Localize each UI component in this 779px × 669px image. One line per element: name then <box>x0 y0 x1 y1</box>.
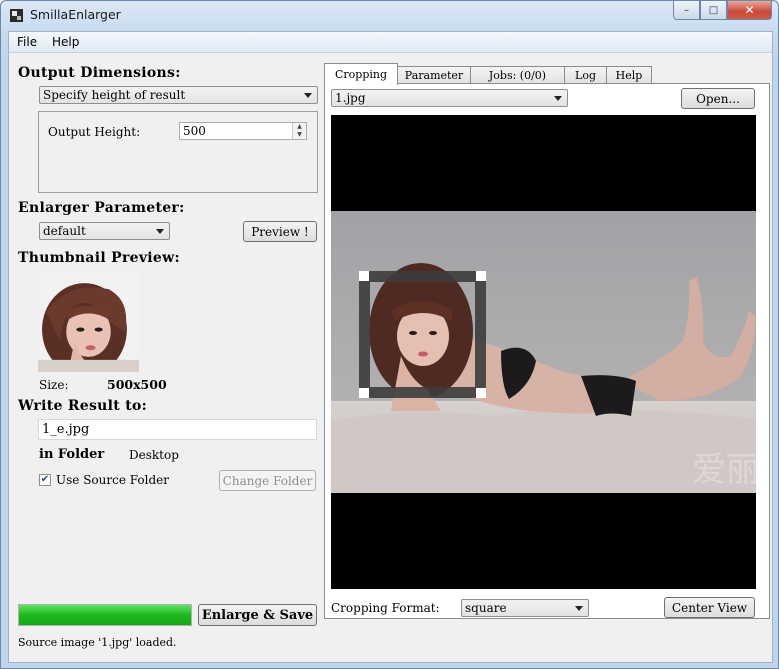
crop-handle-top-left[interactable] <box>359 271 369 281</box>
use-source-folder-checkbox[interactable]: ✔ <box>39 474 51 486</box>
maximize-button[interactable]: □ <box>700 1 727 20</box>
size-value: 500x500 <box>107 377 167 392</box>
crop-handle-top-right[interactable] <box>476 271 486 281</box>
in-folder-label: in Folder <box>39 447 105 462</box>
chevron-down-icon <box>156 229 164 234</box>
tab-help[interactable]: Help <box>606 66 652 84</box>
parameter-preset-select[interactable]: default <box>39 222 170 240</box>
chevron-down-icon <box>554 96 562 101</box>
write-result-label: Write Result to: <box>18 398 148 414</box>
center-view-button[interactable]: Center View <box>664 597 755 618</box>
crop-rectangle[interactable] <box>359 271 486 398</box>
open-button[interactable]: Open... <box>681 88 755 109</box>
watermark-text: 爱丽 <box>692 450 756 490</box>
progress-fill <box>19 605 191 625</box>
app-icon <box>10 9 23 22</box>
output-dimensions-label: Output Dimensions: <box>18 65 181 81</box>
spin-up-icon[interactable]: ▲ <box>293 123 306 131</box>
chevron-down-icon <box>304 93 312 98</box>
source-file-select[interactable]: 1.jpg <box>331 89 568 107</box>
source-file-value: 1.jpg <box>335 91 366 105</box>
menu-help[interactable]: Help <box>52 35 79 49</box>
use-source-folder-label[interactable]: Use Source Folder <box>56 473 169 487</box>
cropping-pane: 1.jpg Open... 爱丽 Cropping Format: square… <box>324 83 770 619</box>
preview-button[interactable]: Preview ! <box>243 221 317 242</box>
menu-file[interactable]: File <box>17 35 37 49</box>
close-button[interactable]: ✕ <box>727 1 772 20</box>
dimension-mode-value: Specify height of result <box>43 88 186 102</box>
folder-value: Desktop <box>129 448 179 462</box>
spin-down-icon[interactable]: ▼ <box>293 131 306 139</box>
crop-handle-bottom-right[interactable] <box>476 388 486 398</box>
progress-bar <box>18 604 192 626</box>
cropping-format-label: Cropping Format: <box>331 601 440 615</box>
client-area: File Help Output Dimensions: Specify hei… <box>8 31 773 663</box>
change-folder-button[interactable]: Change Folder <box>219 470 316 491</box>
chevron-down-icon <box>575 606 583 611</box>
app-window: SmillaEnlarger – □ ✕ File Help Output Di… <box>0 0 779 669</box>
tab-bar: Cropping Parameter Jobs: (0/0) Log Help <box>324 63 769 85</box>
output-height-value: 500 <box>183 124 206 138</box>
cropping-format-select[interactable]: square <box>461 599 589 617</box>
output-height-label: Output Height: <box>48 125 141 139</box>
output-filename-field[interactable]: 1_e.jpg <box>38 419 317 440</box>
thumbnail-preview-label: Thumbnail Preview: <box>18 250 180 266</box>
status-text: Source image '1.jpg' loaded. <box>18 636 177 649</box>
tab-log[interactable]: Log <box>564 66 607 84</box>
title-bar[interactable]: SmillaEnlarger – □ ✕ <box>1 1 778 31</box>
parameter-preset-value: default <box>43 224 86 238</box>
size-label: Size: <box>39 378 69 392</box>
menu-bar: File Help <box>9 32 772 53</box>
enlarge-save-button[interactable]: Enlarge & Save <box>198 604 317 626</box>
dimension-mode-select[interactable]: Specify height of result <box>39 86 318 104</box>
minimize-button[interactable]: – <box>673 1 700 20</box>
tab-jobs[interactable]: Jobs: (0/0) <box>470 66 565 84</box>
tab-cropping[interactable]: Cropping <box>324 63 398 85</box>
crop-handle-bottom-left[interactable] <box>359 388 369 398</box>
output-height-spinbox[interactable]: 500 ▲ ▼ <box>179 122 307 140</box>
output-height-group: Output Height: 500 ▲ ▼ <box>38 111 318 193</box>
tab-parameter[interactable]: Parameter <box>397 66 471 84</box>
spin-buttons[interactable]: ▲ ▼ <box>292 123 306 139</box>
crop-viewer[interactable]: 爱丽 <box>331 115 756 589</box>
window-title: SmillaEnlarger <box>30 7 121 22</box>
cropping-format-value: square <box>465 601 507 615</box>
enlarger-parameter-label: Enlarger Parameter: <box>18 200 185 216</box>
thumbnail-image <box>38 271 139 372</box>
